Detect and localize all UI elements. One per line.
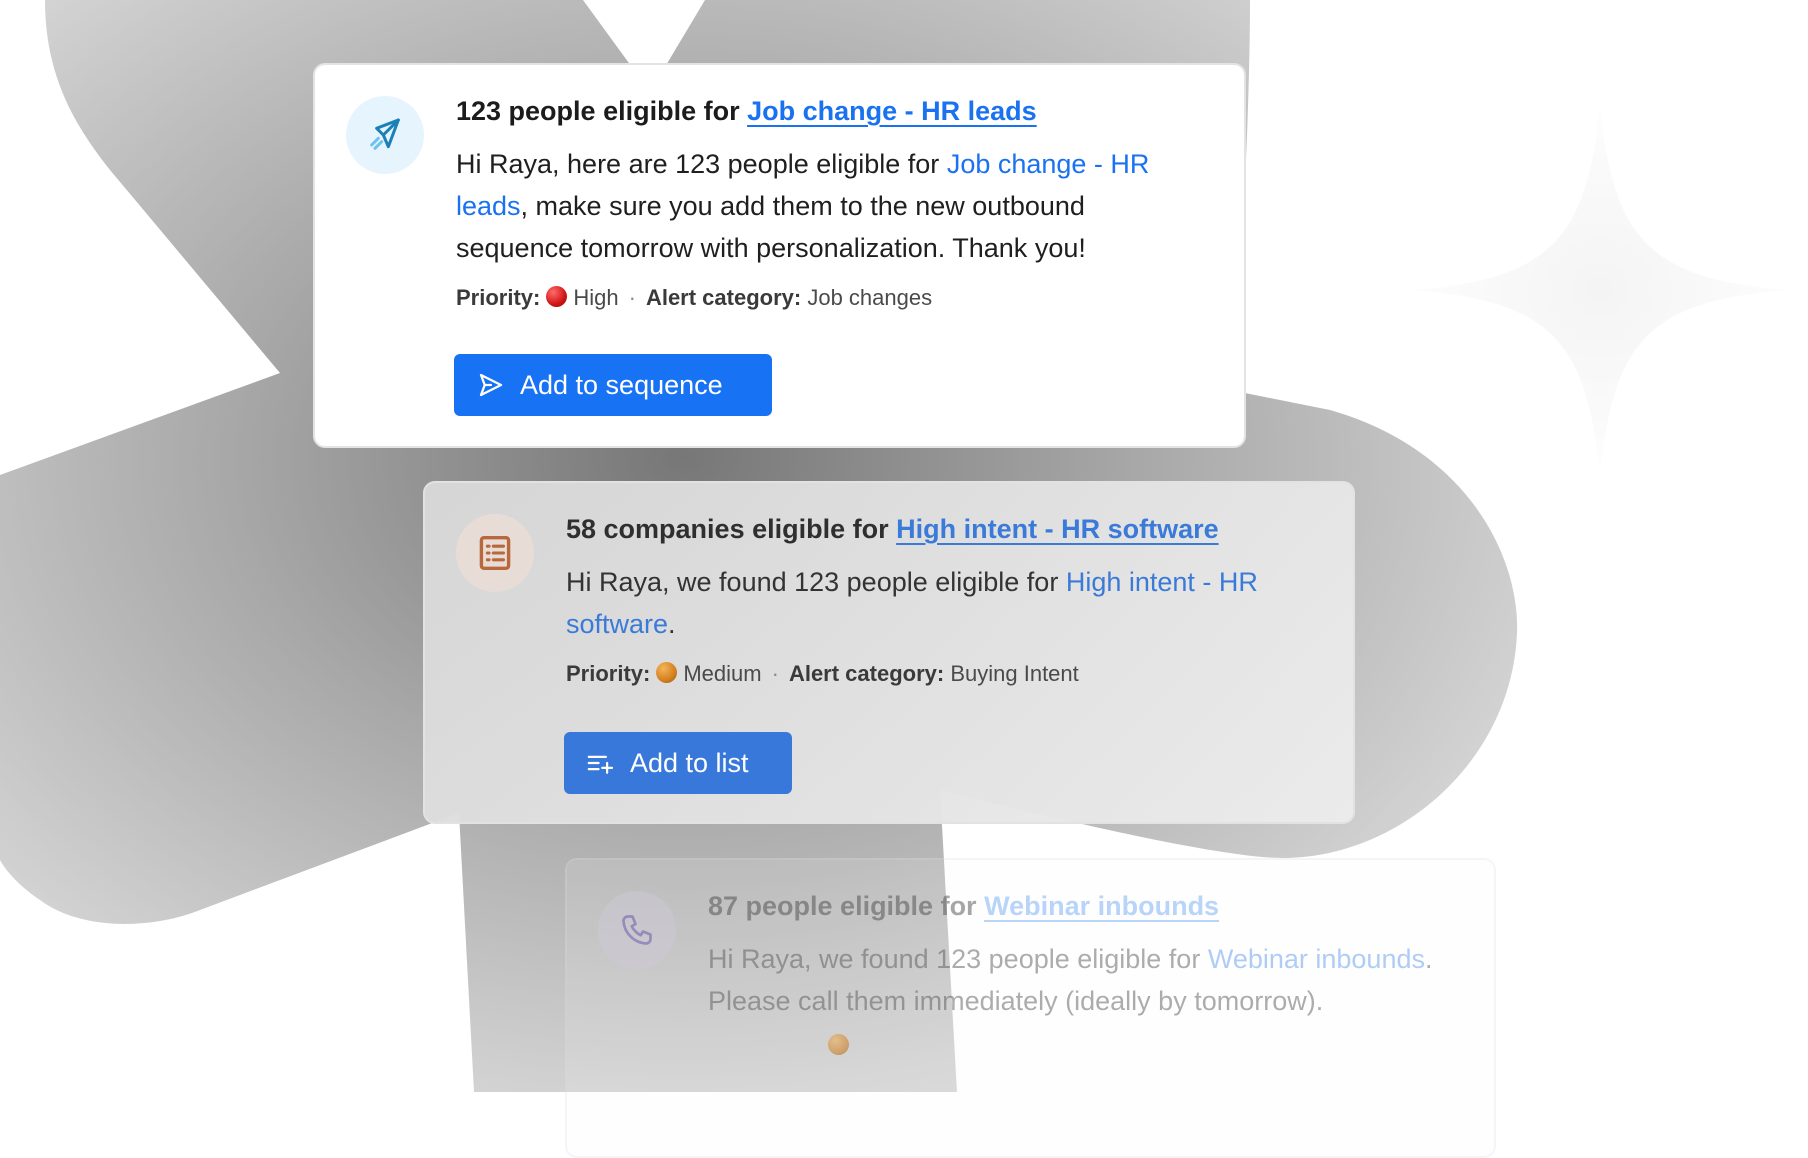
priority-value: High	[573, 285, 619, 310]
alert-body-text: , make sure you add them to the new outb…	[456, 191, 1086, 263]
alert-body-text: Hi Raya, we found 123 people eligible fo…	[708, 944, 1208, 974]
alert-body: Hi Raya, here are 123 people eligible fo…	[456, 143, 1204, 269]
alert-meta: Priority: Medium · Alert category: Buyin…	[566, 659, 1313, 689]
alert-body-text: Hi Raya, here are 123 people eligible fo…	[456, 149, 947, 179]
priority-high-icon	[546, 285, 568, 307]
alert-card-high-intent: 58 companies eligible for High intent - …	[423, 481, 1355, 824]
alert-title-link[interactable]: High intent - HR software	[896, 514, 1219, 544]
alert-title-text: 87 people eligible for	[708, 891, 985, 921]
alert-body: Hi Raya, we found 123 people eligible fo…	[708, 938, 1454, 1022]
alert-title-link[interactable]: Webinar inbounds	[984, 891, 1219, 921]
alert-title-text: 123 people eligible for	[456, 96, 748, 126]
phone-icon	[598, 891, 676, 969]
alert-body-text: .	[668, 609, 676, 639]
priority-medium-icon	[828, 1034, 849, 1055]
alert-title: 123 people eligible for Job change - HR …	[456, 91, 1204, 131]
priority-label: Priority:	[566, 661, 651, 686]
add-to-list-label: Add to list	[630, 747, 749, 778]
priority-value: Medium	[683, 661, 762, 686]
add-to-sequence-label: Add to sequence	[520, 369, 723, 400]
add-to-list-button[interactable]: Add to list	[564, 732, 792, 794]
send-icon	[479, 373, 503, 397]
alert-title-text: 58 companies eligible for	[566, 514, 897, 544]
category-label: Alert category:	[788, 661, 945, 686]
alert-body-link[interactable]: Webinar inbounds	[1208, 944, 1425, 974]
category-label: Alert category:	[645, 285, 802, 310]
priority-label: Priority:	[456, 285, 541, 310]
add-to-sequence-button[interactable]: Add to sequence	[454, 354, 772, 416]
list-add-icon	[587, 755, 614, 774]
category-value: Buying Intent	[950, 661, 1079, 686]
separator: ·	[628, 285, 636, 310]
alert-body: Hi Raya, we found 123 people eligible fo…	[566, 561, 1313, 645]
alert-card-webinar: 87 people eligible for Webinar inbounds …	[565, 858, 1496, 1158]
alert-title-link[interactable]: Job change - HR leads	[747, 96, 1037, 126]
alert-title: 58 companies eligible for High intent - …	[566, 509, 1313, 549]
alert-meta	[708, 1034, 1454, 1057]
category-value: Job changes	[807, 285, 933, 310]
alert-body-text: Hi Raya, we found 123 people eligible fo…	[566, 567, 1066, 597]
paper-plane-icon	[346, 96, 424, 174]
alert-title: 87 people eligible for Webinar inbounds	[708, 886, 1454, 926]
list-icon	[456, 514, 534, 592]
alert-card-job-change: 123 people eligible for Job change - HR …	[313, 63, 1246, 448]
separator: ·	[771, 661, 779, 686]
alert-meta: Priority: High · Alert category: Job cha…	[456, 283, 1204, 313]
priority-medium-icon	[656, 661, 678, 683]
